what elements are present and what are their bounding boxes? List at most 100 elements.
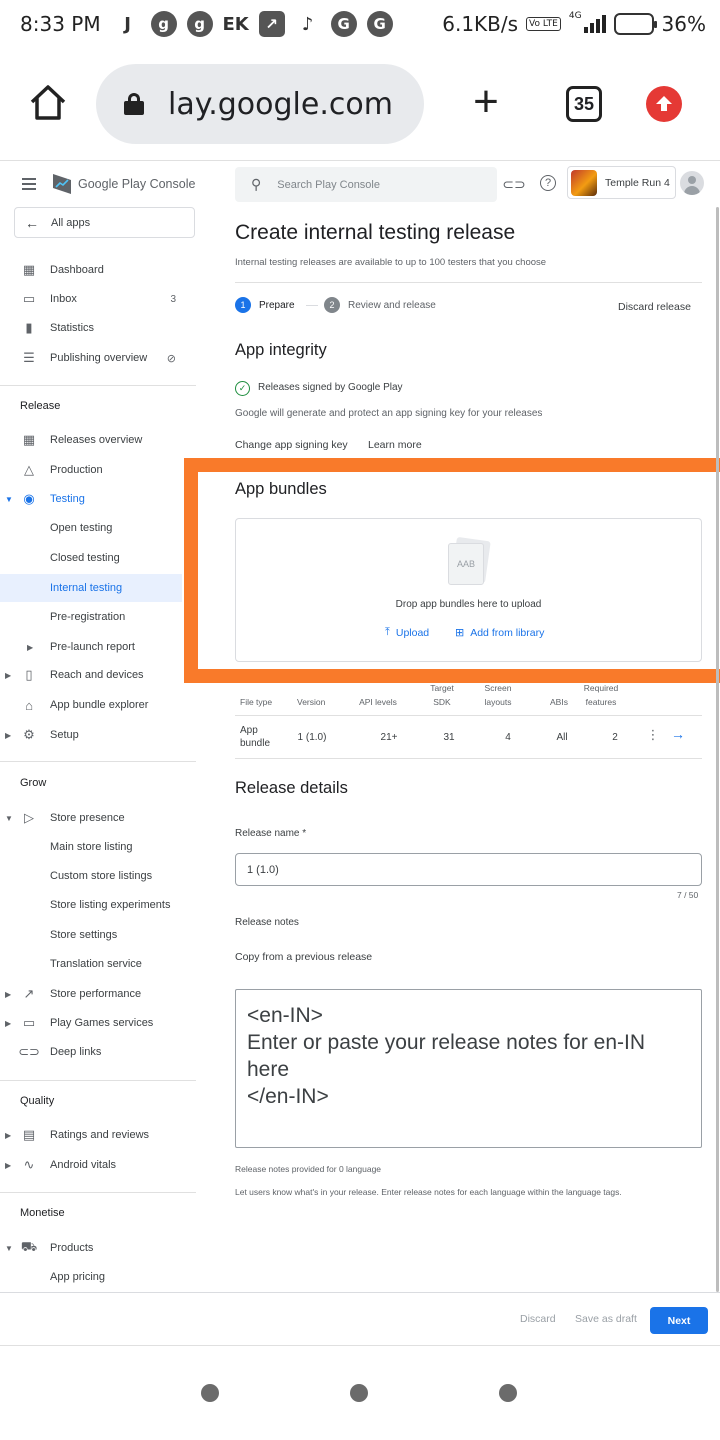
sidebar-item-deep-links[interactable]: ⊂⊃ Deep links [0,1038,182,1066]
sidebar-item-reach-and-devices[interactable]: ▶ ▯ Reach and devices [0,661,182,689]
statistics-icon: ▮ [25,320,33,335]
sidebar-item-publishing-overview[interactable]: ☰ Publishing overview ⊘ [0,344,182,372]
sidebar-item-ratings-and-reviews[interactable]: ▶ ▤ Ratings and reviews [0,1121,182,1149]
divider [235,282,702,283]
section-quality: Quality [20,1095,55,1107]
table-cell: 2 [612,732,618,743]
check-circle-icon: ✓ [235,381,250,396]
step-review[interactable]: 2 Review and release [324,297,436,313]
sidebar-item-main-store-listing[interactable]: Main store listing [0,833,182,861]
help-icon[interactable]: ? [540,175,556,191]
app-icon [571,169,597,196]
copy-from-previous-link[interactable]: Copy from a previous release [235,951,372,963]
update-icon[interactable] [646,86,682,122]
menu-icon[interactable] [22,178,36,190]
scrollbar[interactable] [716,207,719,1292]
page-title: Create internal testing release [235,221,516,244]
learn-more-link[interactable]: Learn more [368,439,422,451]
sidebar-item-closed-testing[interactable]: Closed testing [0,544,182,572]
sidebar-item-translation-service[interactable]: Translation service [0,950,182,978]
highlight-box [184,458,720,683]
table-header: File type [240,697,273,707]
divider [0,1192,196,1193]
vitals-icon: ∿ [23,1157,35,1172]
release-name-input[interactable]: 1 (1.0) [235,853,702,886]
sidebar-item-store-presence[interactable]: ▼ ▷ Store presence [0,804,182,832]
sidebar-item-store-listing-experiments[interactable]: Store listing experiments [0,891,182,919]
divider [235,758,702,759]
recents-button[interactable] [201,1384,219,1402]
expand-caret-icon: ▶ [5,989,12,999]
discard-release-link[interactable]: Discard release [618,301,691,313]
release-name-label: Release name * [235,828,307,839]
divider [0,761,196,762]
sidebar-item-open-testing[interactable]: Open testing [0,514,182,542]
all-apps-button[interactable]: ← All apps [14,207,195,238]
expand-caret-icon: ▶ [5,670,12,680]
table-header: Target SDK [430,683,454,707]
sidebar-item-internal-testing[interactable]: Internal testing [0,574,182,602]
release-notes-textarea[interactable]: <en-IN> Enter or paste your release note… [235,989,702,1148]
app-selector[interactable]: Temple Run 4 [567,166,676,199]
sidebar-item-android-vitals[interactable]: ▶ ∿ Android vitals [0,1151,182,1179]
all-apps-label: All apps [51,216,91,229]
brand: Google Play Console [22,171,195,197]
sidebar-item-testing[interactable]: ▼ ◉ Testing [0,485,182,513]
sidebar-item-pre-registration[interactable]: Pre-registration [0,603,182,631]
sidebar-item-app-pricing[interactable]: App pricing [0,1263,182,1291]
search-placeholder: Search Play Console [277,178,380,191]
trending-icon: ↗ [23,986,35,1001]
sidebar-item-dashboard[interactable]: ▦ Dashboard [0,256,182,284]
sidebar-item-production[interactable]: △ Production [0,456,182,484]
action-footer: Discard Save as draft Next [0,1292,720,1345]
home-button[interactable] [350,1384,368,1402]
link-icon[interactable]: ⊂⊃ [502,175,525,193]
web-content: Google Play Console ← All apps ▦ Dashboa… [0,160,720,1345]
notification-icon-g: g [186,11,213,37]
status-bar: 8:33 PM J g g EK ↗ ♪ G G 6.1KB/s Vo LTE … [0,0,720,48]
save-draft-button[interactable]: Save as draft [575,1313,637,1325]
sidebar-item-play-games-services[interactable]: ▶ ▭ Play Games services [0,1009,182,1037]
tab-switcher-button[interactable]: 35 [566,86,602,122]
url-text: lay.google.com [168,86,393,122]
release-notes-label: Release notes [235,917,299,928]
sidebar-item-custom-store-listings[interactable]: Custom store listings [0,862,182,890]
sidebar-item-products[interactable]: ▼ ⛟ Products [0,1234,182,1262]
table-cell: 1 (1.0) [297,732,327,743]
sidebar-item-releases-overview[interactable]: ▦ Releases overview [0,426,182,454]
sidebar-item-store-settings[interactable]: Store settings [0,921,182,949]
section-heading-app-integrity: App integrity [235,341,327,359]
expand-caret-icon: ▶ [5,1130,12,1140]
change-signing-key-link[interactable]: Change app signing key [235,439,348,451]
lock-icon [124,93,144,115]
search-input[interactable]: ⚲ Search Play Console [235,167,497,202]
sidebar-item-setup[interactable]: ▶ ⚙ Setup [0,721,182,749]
notification-icon-g: g [150,11,177,37]
address-bar[interactable]: lay.google.com [96,64,424,144]
avatar[interactable] [680,171,704,195]
home-icon[interactable] [28,82,68,122]
sidebar-item-app-bundle-explorer[interactable]: ⌂ App bundle explorer [0,691,182,719]
sidebar-item-pre-launch-report[interactable]: ▶ Pre-launch report [0,633,182,661]
section-grow: Grow [20,777,47,789]
reach-devices-icon: ▯ [25,667,33,682]
step-prepare[interactable]: 1 Prepare [235,297,295,313]
table-header: API levels [359,697,397,707]
system-nav-bar [0,1345,720,1440]
google-icon: G [366,11,393,37]
sidebar-item-store-performance[interactable]: ▶ ↗ Store performance [0,980,182,1008]
integrity-description: Google will generate and protect an app … [235,408,543,419]
sidebar-item-statistics[interactable]: ▮ Statistics [0,314,182,342]
page-subtitle: Internal testing releases are available … [235,257,547,268]
new-tab-icon[interactable]: + [466,80,506,124]
next-button[interactable]: Next [650,1307,708,1334]
battery-percent: 36% [661,12,706,36]
releases-overview-icon: ▦ [22,432,36,447]
section-heading-release-details: Release details [235,779,348,797]
arrow-right-icon[interactable]: → [670,727,686,741]
discard-button[interactable]: Discard [520,1313,556,1325]
sidebar-item-inbox[interactable]: ▭ Inbox 3 [0,285,182,313]
back-button[interactable] [499,1384,517,1402]
character-counter: 7 / 50 [677,890,699,900]
more-vert-icon[interactable]: ⋮ [646,728,660,741]
